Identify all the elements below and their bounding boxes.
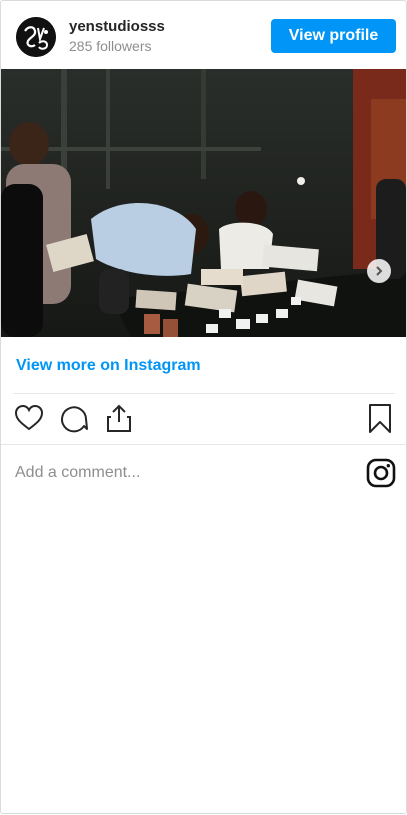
action-bar: [1, 401, 406, 437]
carousel-next-button[interactable]: [367, 259, 391, 283]
username[interactable]: yenstudiosss: [69, 18, 165, 35]
chevron-right-icon: [376, 266, 383, 276]
instagram-logo-button[interactable]: [366, 458, 396, 488]
post-photo[interactable]: [1, 69, 406, 337]
add-comment-input[interactable]: Add a comment...: [15, 464, 140, 482]
post-header: yenstudiosss 285 followers View profile: [1, 1, 406, 70]
bookmark-icon: [369, 404, 391, 433]
instagram-embed-card: yenstudiosss 285 followers View profile: [0, 0, 407, 814]
comment-button[interactable]: [57, 401, 91, 435]
share-icon: [107, 404, 131, 432]
save-button[interactable]: [363, 401, 397, 435]
comment-icon: [61, 406, 88, 433]
view-profile-button[interactable]: View profile: [271, 19, 396, 53]
view-more-link[interactable]: View more on Instagram: [16, 357, 201, 375]
avatar-logo-icon: [16, 17, 56, 57]
avatar[interactable]: [16, 17, 56, 57]
like-button[interactable]: [12, 401, 46, 435]
heart-icon: [14, 404, 44, 431]
post-photo-image: [1, 69, 406, 337]
divider: [13, 393, 395, 394]
divider: [1, 444, 406, 445]
instagram-icon: [366, 458, 396, 488]
follower-count: 285 followers: [69, 38, 152, 54]
share-button[interactable]: [102, 401, 136, 435]
